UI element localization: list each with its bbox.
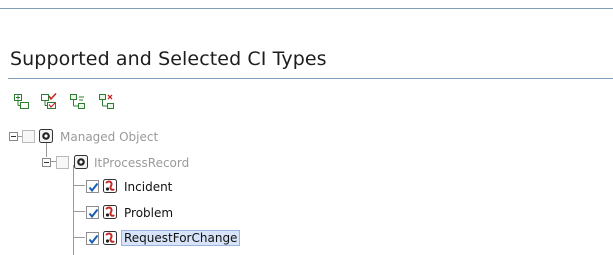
tree-node-managed-object[interactable]: Managed Object (0, 126, 260, 148)
check-icon (88, 234, 99, 245)
tree-node-requestforchange[interactable]: RequestForChange (0, 228, 300, 250)
managed-object-icon (74, 155, 88, 169)
select-all-icon (41, 93, 57, 109)
expand-all-icon (14, 94, 29, 109)
top-divider (0, 8, 613, 9)
check-icon (88, 208, 99, 219)
node-checkbox-checked[interactable] (86, 232, 99, 245)
node-checkbox[interactable] (56, 156, 69, 169)
expand-selected-icon (70, 94, 85, 109)
managed-object-icon (39, 129, 53, 143)
node-label: Managed Object (60, 130, 159, 144)
node-label: Problem (124, 206, 174, 220)
select-all-button[interactable] (40, 93, 58, 111)
expand-selected-button[interactable] (69, 93, 87, 111)
ci-type-icon (103, 231, 117, 245)
collapse-selected-icon (99, 94, 114, 109)
tree-node-problem[interactable]: Problem (0, 202, 300, 224)
node-label-selected: RequestForChange (121, 230, 241, 246)
expand-all-button[interactable] (13, 93, 31, 111)
ci-type-tree: Managed Object ItProcessRecord Incident (0, 124, 613, 255)
section-title: Supported and Selected CI Types (10, 48, 327, 70)
tree-node-incident[interactable]: Incident (0, 176, 300, 198)
ci-type-icon (103, 179, 117, 193)
collapse-toggle[interactable] (9, 132, 18, 141)
tree-node-itprocessrecord[interactable]: ItProcessRecord (0, 151, 300, 173)
title-divider (8, 78, 613, 79)
collapse-toggle[interactable] (42, 158, 51, 167)
ci-type-icon (103, 205, 117, 219)
node-label: ItProcessRecord (94, 156, 190, 170)
node-label: Incident (124, 180, 173, 194)
node-checkbox-checked[interactable] (86, 180, 99, 193)
collapse-selected-button[interactable] (98, 93, 116, 111)
check-icon (88, 182, 99, 193)
node-checkbox-checked[interactable] (86, 206, 99, 219)
node-checkbox[interactable] (22, 130, 35, 143)
